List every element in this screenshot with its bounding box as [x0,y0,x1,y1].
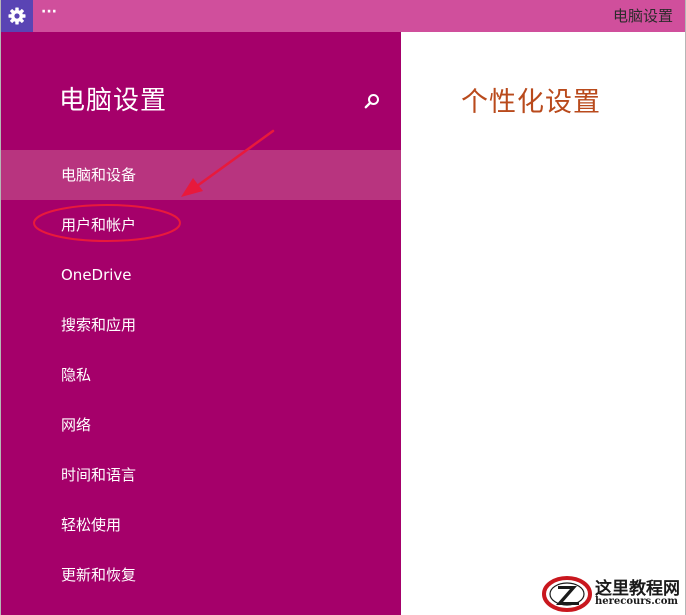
sidebar-title: 电脑设置 [59,86,168,116]
window-title: 电脑设置 [612,7,673,25]
title-bar: ··· 电脑设置 [1,0,685,32]
sidebar-item-search-and-apps[interactable]: 搜索和应用 [1,300,401,350]
sidebar-item-time-and-language[interactable]: 时间和语言 [1,450,401,500]
sidebar-item-onedrive[interactable]: OneDrive [1,250,401,300]
sidebar-item-ease-of-access[interactable]: 轻松使用 [1,500,401,550]
sidebar-item-privacy[interactable]: 隐私 [1,350,401,400]
settings-charm-button[interactable] [1,0,33,32]
search-button[interactable] [363,92,381,110]
watermark-url: herecours.com [595,596,679,607]
watermark: 这里教程网 herecours.com [537,572,685,615]
gear-icon [8,7,26,25]
sidebar-item-pc-and-devices[interactable]: 电脑和设备 [1,150,401,200]
sidebar-item-accounts[interactable]: 用户和帐户 [1,200,401,250]
sidebar-item-network[interactable]: 网络 [1,400,401,450]
sidebar-item-update-and-recovery[interactable]: 更新和恢复 [1,550,401,600]
site-logo-icon [542,576,592,612]
settings-window: ··· 电脑设置 电脑设置 电脑和设备 用户和帐户 OneDrive 搜索和应用… [0,0,686,615]
sidebar: 电脑设置 电脑和设备 用户和帐户 OneDrive 搜索和应用 隐私 网络 时间… [1,32,401,615]
app-commands-button[interactable]: ··· [41,4,57,20]
page-title: 个性化设置 [461,87,601,118]
search-icon [364,94,379,109]
